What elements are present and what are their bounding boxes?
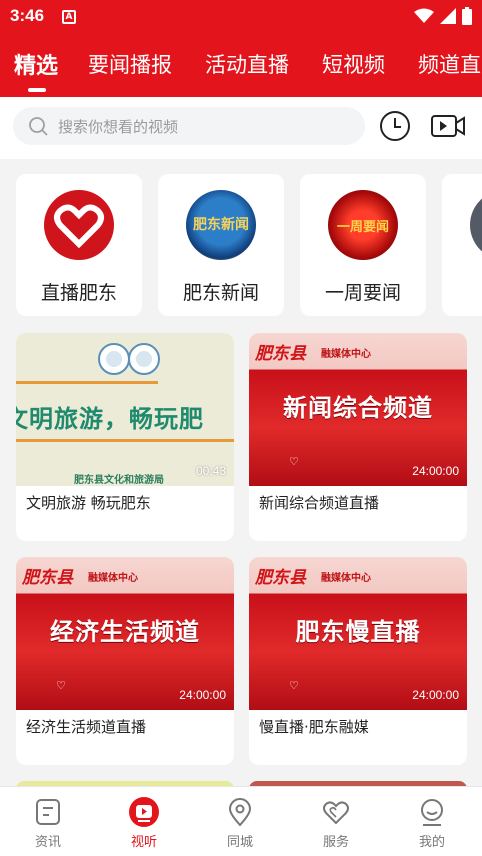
search-icon (29, 117, 48, 136)
channel-name: 与 (442, 278, 482, 305)
location-icon (228, 798, 252, 827)
status-time: 3:46 (10, 6, 45, 25)
video-thumbnail: 文明旅游，畅玩肥 肥东县文化和旅游局 00:43 (16, 333, 234, 486)
thumbnail-sub: 融媒体中心 (88, 573, 138, 584)
bottom-nav: 资讯 视听 同城 服务 我的 (0, 786, 482, 856)
profile-icon (421, 799, 443, 826)
thumbnail-brand: 肥东县 (22, 568, 73, 588)
channel-row: 直播肥东 肥东新闻 肥东新闻 一周要闻 一周要闻 与 (0, 170, 482, 320)
decor-bar (16, 381, 158, 384)
play-icon (129, 797, 159, 827)
history-icon[interactable] (378, 109, 412, 143)
tab-short-video[interactable]: 短视频 (322, 49, 385, 79)
channel-logo-text: 一周要闻 (336, 220, 389, 235)
video-camera-icon[interactable] (430, 109, 466, 143)
video-card[interactable]: 肥东县 融媒体中心 经济生活频道 ♡ 24:00:00 经济生活频道直播 (16, 557, 234, 765)
video-duration: 00:43 (195, 464, 226, 478)
thumbnail-slogan: 文明旅游，畅玩肥 (16, 405, 204, 433)
nav-item-services[interactable]: 服务 (306, 797, 366, 850)
nav-item-news[interactable]: 资讯 (18, 797, 78, 850)
video-card[interactable]: 肥东县 融媒体中心 新闻综合频道 ♡ 24:00:00 新闻综合频道直播 (249, 333, 467, 541)
nav-item-local[interactable]: 同城 (210, 797, 270, 850)
heart-logo-icon: ♡ (289, 455, 299, 468)
video-card[interactable]: 肥东县 融媒体中心 肥东慢直播 ♡ 24:00:00 慢直播·肥东融媒 (249, 557, 467, 765)
channel-logo (470, 190, 482, 260)
nav-item-profile[interactable]: 我的 (402, 797, 462, 850)
thumbnail-sub: 融媒体中心 (321, 573, 371, 584)
video-duration: 24:00:00 (179, 688, 226, 702)
thumbnail-headline: 肥东慢直播 (295, 618, 421, 646)
video-thumbnail: 肥东县 融媒体中心 肥东慢直播 ♡ 24:00:00 (249, 557, 467, 710)
news-icon (36, 799, 60, 825)
video-duration: 24:00:00 (412, 688, 459, 702)
tab-event-live[interactable]: 活动直播 (205, 49, 289, 79)
emblem-icon (98, 343, 130, 375)
wifi-icon (414, 8, 434, 23)
tab-indicator (28, 88, 46, 92)
search-input[interactable]: 搜索你想看的视频 (13, 107, 365, 145)
nav-label: 同城 (226, 835, 253, 850)
thumbnail-sub: 融媒体中心 (321, 349, 371, 360)
nav-label: 资讯 (34, 835, 61, 850)
video-title: 经济生活频道直播 (26, 718, 147, 736)
tab-news-broadcast[interactable]: 要闻播报 (88, 49, 172, 79)
tab-channel-live[interactable]: 频道直 (418, 49, 481, 79)
heart-logo-icon (54, 204, 104, 249)
status-bar: 3:46 A (0, 0, 482, 34)
nav-label: 视听 (130, 835, 157, 850)
notification-icon: A (62, 10, 76, 24)
heart-icon (323, 801, 349, 825)
video-thumbnail: 肥东县 融媒体中心 新闻综合频道 ♡ 24:00:00 (249, 333, 467, 486)
video-card[interactable]: 文明旅游，畅玩肥 肥东县文化和旅游局 00:43 文明旅游 畅玩肥东 (16, 333, 234, 541)
signal-icon (440, 8, 456, 24)
channel-name: 肥东新闻 (182, 282, 259, 304)
nav-label: 我的 (418, 835, 445, 850)
thumbnail-brand: 肥东县 (255, 344, 306, 364)
channel-card[interactable]: 一周要闻 一周要闻 (300, 174, 426, 316)
channel-name: 直播肥东 (40, 282, 117, 304)
search-placeholder: 搜索你想看的视频 (58, 118, 179, 136)
channel-logo-text: 肥东新闻 (193, 217, 249, 233)
video-title: 文明旅游 畅玩肥东 (26, 494, 151, 512)
video-title: 慢直播·肥东融媒 (259, 718, 369, 736)
thumbnail-brand: 肥东县 (255, 568, 306, 588)
heart-logo-icon: ♡ (289, 679, 299, 692)
nav-item-audiovisual[interactable]: 视听 (114, 797, 174, 850)
video-title: 新闻综合频道直播 (259, 494, 380, 512)
search-row: 搜索你想看的视频 (0, 97, 482, 159)
tab-featured[interactable]: 精选 (14, 48, 58, 80)
channel-card[interactable]: 直播肥东 (16, 174, 142, 316)
channel-logo (44, 190, 114, 260)
channel-card[interactable]: 肥东新闻 肥东新闻 (158, 174, 284, 316)
channel-logo: 肥东新闻 (186, 190, 256, 260)
app-header: 3:46 A 精选 要闻播报 活动直播 短视频 频道直 (0, 0, 482, 97)
decor-bar (16, 439, 234, 442)
thumbnail-headline: 经济生活频道 (50, 618, 200, 646)
channel-card[interactable]: 与 (442, 174, 482, 316)
thumbnail-headline: 新闻综合频道 (283, 394, 433, 422)
heart-logo-icon: ♡ (56, 679, 66, 692)
thumbnail-org: 肥东县文化和旅游局 (74, 475, 164, 486)
video-duration: 24:00:00 (412, 464, 459, 478)
status-icons (414, 7, 472, 25)
channel-logo: 一周要闻 (328, 190, 398, 260)
battery-icon (462, 7, 472, 25)
nav-label: 服务 (322, 835, 349, 850)
video-thumbnail: 肥东县 融媒体中心 经济生活频道 ♡ 24:00:00 (16, 557, 234, 710)
emblem-icon (128, 343, 160, 375)
channel-name: 一周要闻 (324, 282, 401, 304)
